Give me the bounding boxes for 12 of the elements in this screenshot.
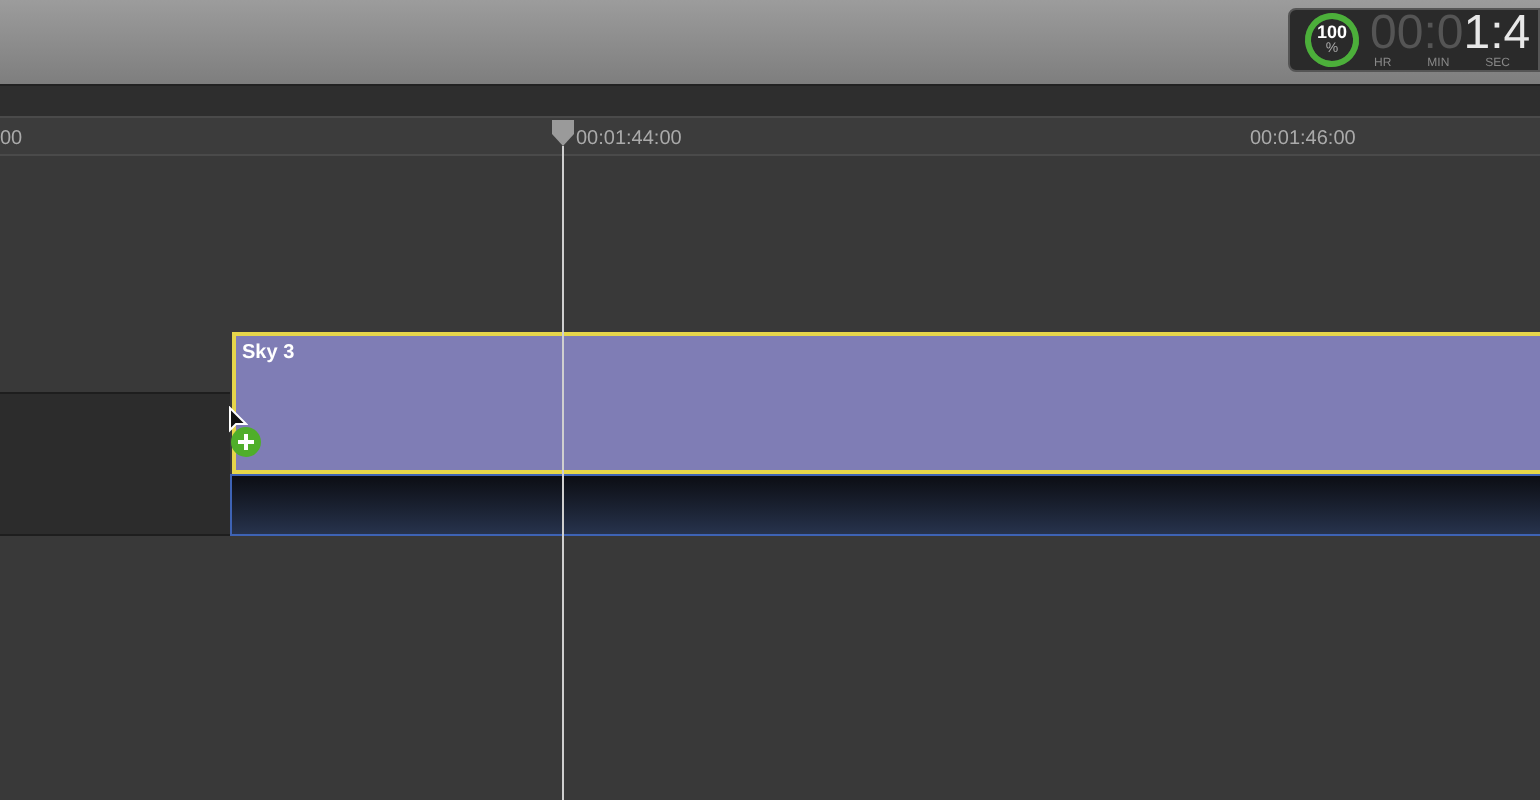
video-clip[interactable]: Sky 3 — [232, 332, 1540, 474]
add-icon — [230, 426, 262, 458]
progress-reading: 100 — [1316, 24, 1348, 42]
pointer-cursor-icon — [228, 406, 248, 434]
timecode-digits: 1:4 — [1463, 10, 1531, 58]
progress-ring — [1302, 10, 1362, 70]
ruler-label: 00 — [0, 126, 23, 154]
playhead-handle-icon[interactable] — [552, 120, 574, 146]
clip-title: Sky 3 — [242, 340, 295, 368]
ruler-label: 00:01:46:00 — [1250, 126, 1356, 154]
timeline-ruler[interactable]: 00 00:01:44:00 00:01:46:00 — [0, 116, 1540, 156]
ruler-label: 00:01:44:00 — [576, 126, 682, 154]
